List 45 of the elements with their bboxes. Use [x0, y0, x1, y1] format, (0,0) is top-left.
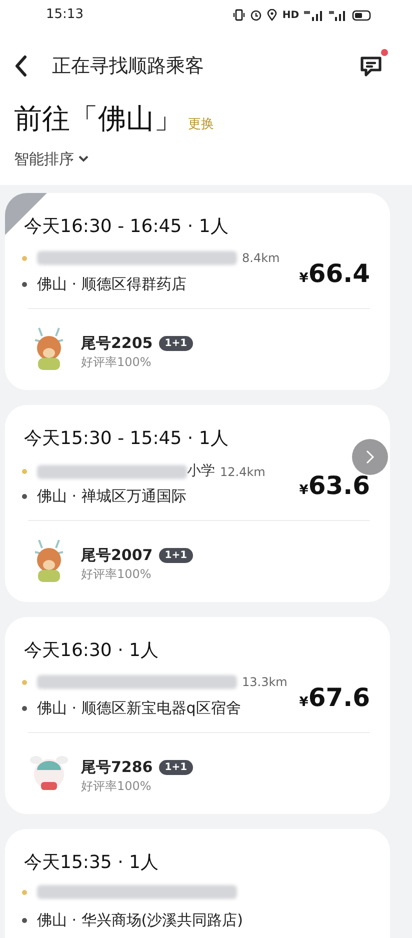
rating: 好评率100%: [81, 566, 152, 583]
destination-address: 佛山 · 华兴商场(沙溪共同路店): [37, 910, 244, 931]
passenger-id: 尾号2205: [81, 333, 153, 354]
order-card[interactable]: 今天15:35 · 1人 佛山 · 华兴商场(沙溪共同路店): [5, 829, 390, 938]
destination-address: 佛山 · 禅城区万通国际: [37, 486, 186, 507]
sort-dropdown[interactable]: 智能排序: [14, 148, 89, 170]
signal-icon: [329, 10, 347, 20]
currency-symbol: ¥: [299, 482, 308, 500]
trip-time: 今天16:30 · 1人: [24, 639, 158, 663]
battery-icon: [352, 10, 372, 20]
destination-address: 佛山 · 顺德区得群药店: [37, 274, 186, 295]
price: 66.4: [308, 258, 370, 290]
alarm-icon: [250, 9, 262, 21]
vibrate-icon: [233, 9, 246, 21]
trip-time: 今天15:30 - 15:45 · 1人: [24, 427, 228, 451]
chevron-right-icon: [365, 449, 375, 465]
price: 67.6: [308, 682, 370, 714]
order-card[interactable]: 今天16:30 · 1人 13.3km 佛山 · 顺德区新宝电器q区宿舍 ¥67.6 尾号7286 1+1 好评率100%: [5, 617, 390, 814]
destination-title: 前往「佛山」: [14, 102, 182, 136]
trip-time: 今天16:30 - 16:45 · 1人: [24, 215, 228, 239]
passenger-id: 尾号2007: [81, 545, 153, 566]
currency-symbol: ¥: [299, 270, 308, 288]
signal-icon: [304, 10, 324, 20]
location-icon: [267, 9, 278, 21]
order-card[interactable]: 今天15:30 - 15:45 · 1人 小学 12.4km 佛山 · 禅城区万通国际 ¥63.6 尾号2007 1+1 好评率100%: [5, 405, 390, 602]
chevron-down-icon: [78, 155, 89, 164]
distance: 12.4km: [220, 464, 266, 480]
destination-address: 佛山 · 顺德区新宝电器q区宿舍: [37, 698, 241, 719]
distance: 13.3km: [242, 674, 288, 691]
price: 63.6: [308, 470, 370, 502]
badge: 1+1: [158, 760, 194, 775]
status-time: 15:13: [46, 6, 84, 24]
distance: 8.4km: [242, 250, 280, 267]
rating: 好评率100%: [81, 778, 152, 795]
badge: 1+1: [158, 548, 194, 563]
page-title: 正在寻找顺路乘客: [52, 54, 204, 79]
rating: 好评率100%: [81, 354, 152, 371]
network-label: HD: [282, 8, 299, 22]
trip-time: 今天15:35 · 1人: [24, 851, 158, 875]
passenger-id: 尾号7286: [81, 757, 153, 778]
order-card[interactable]: 今天16:30 - 16:45 · 1人 8.4km 佛山 · 顺德区得群药店 ¥66.4 尾号2205 1+1 好评率100%: [5, 193, 390, 390]
origin-name: 小学: [187, 462, 215, 481]
back-icon[interactable]: [14, 55, 28, 77]
currency-symbol: ¥: [299, 694, 308, 712]
badge: 1+1: [158, 336, 194, 351]
